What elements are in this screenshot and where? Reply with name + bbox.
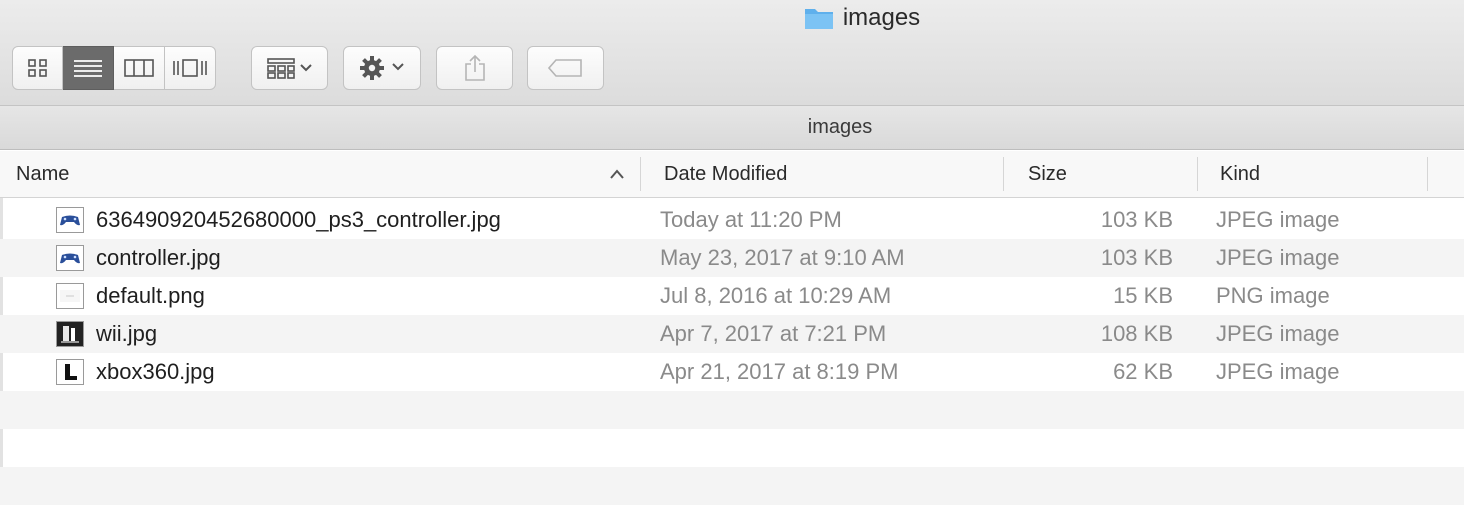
file-name: controller.jpg bbox=[96, 245, 221, 270]
share-button[interactable] bbox=[436, 46, 513, 90]
column-header-date[interactable]: Date Modified bbox=[664, 151, 787, 197]
grid-icon bbox=[27, 59, 47, 77]
list-view-button[interactable] bbox=[63, 46, 114, 90]
file-kind: JPEG image bbox=[1216, 321, 1340, 346]
icon-view-button[interactable] bbox=[12, 46, 63, 90]
file-name: xbox360.jpg bbox=[96, 359, 215, 384]
file-date: May 23, 2017 at 9:10 AM bbox=[660, 245, 905, 270]
column-view-button[interactable] bbox=[114, 46, 165, 90]
window-title: images bbox=[0, 4, 1464, 32]
action-button[interactable] bbox=[343, 46, 421, 90]
gear-icon bbox=[360, 56, 404, 80]
file-name-cell: xbox360.jpg bbox=[56, 353, 215, 391]
column-header-date-label: Date Modified bbox=[664, 162, 788, 185]
file-row[interactable]: xbox360.jpg Apr 21, 2017 at 8:19 PM 62 K… bbox=[0, 353, 1464, 391]
file-date: Apr 7, 2017 at 7:21 PM bbox=[660, 321, 887, 346]
empty-row bbox=[0, 391, 1464, 429]
tag-button[interactable] bbox=[527, 46, 604, 90]
blank-thumbnail-icon bbox=[56, 283, 84, 309]
controller-thumbnail-icon bbox=[56, 245, 84, 271]
file-name-cell: default.png bbox=[56, 277, 205, 315]
columns-icon bbox=[124, 59, 154, 77]
file-name-cell: controller.jpg bbox=[56, 239, 221, 277]
column-divider[interactable] bbox=[1427, 157, 1428, 191]
column-header-row: Name Date Modified Size Kind bbox=[0, 151, 1464, 198]
tag-icon bbox=[547, 59, 582, 77]
file-list: 636490920452680000_ps3_controller.jpg To… bbox=[0, 201, 1464, 505]
column-header-kind-label: Kind bbox=[1220, 162, 1261, 185]
controller-thumbnail-icon bbox=[56, 207, 84, 233]
column-header-name[interactable]: Name bbox=[16, 151, 69, 197]
file-row[interactable]: 636490920452680000_ps3_controller.jpg To… bbox=[0, 201, 1464, 239]
file-date: Jul 8, 2016 at 10:29 AM bbox=[660, 283, 892, 308]
view-switcher bbox=[12, 46, 216, 90]
empty-row bbox=[0, 467, 1464, 505]
file-size: 15 KB bbox=[1113, 283, 1173, 308]
column-header-size-label: Size bbox=[1028, 162, 1067, 185]
window-toolbar: images bbox=[0, 0, 1464, 106]
xbox-thumbnail-icon bbox=[56, 359, 84, 385]
column-divider[interactable] bbox=[1197, 157, 1198, 191]
file-size: 103 KB bbox=[1100, 207, 1173, 232]
folder-icon bbox=[804, 9, 833, 29]
chevron-up-icon[interactable] bbox=[609, 168, 625, 180]
empty-row bbox=[0, 429, 1464, 467]
file-size: 62 KB bbox=[1113, 359, 1173, 384]
column-header-size[interactable]: Size bbox=[1028, 151, 1067, 197]
list-icon bbox=[74, 60, 102, 77]
file-row[interactable]: controller.jpg May 23, 2017 at 9:10 AM 1… bbox=[0, 239, 1464, 277]
gallery-view-button[interactable] bbox=[165, 46, 216, 90]
file-kind: JPEG image bbox=[1216, 207, 1340, 232]
file-kind: JPEG image bbox=[1216, 359, 1340, 384]
file-row[interactable]: wii.jpg Apr 7, 2017 at 7:21 PM 108 KB JP… bbox=[0, 315, 1464, 353]
column-divider[interactable] bbox=[640, 157, 641, 191]
file-name: default.png bbox=[96, 283, 205, 308]
share-icon bbox=[464, 54, 485, 81]
path-bar-label: images bbox=[807, 116, 873, 138]
file-kind: PNG image bbox=[1216, 283, 1330, 308]
arrange-button[interactable] bbox=[251, 46, 328, 90]
file-name-cell: 636490920452680000_ps3_controller.jpg bbox=[56, 201, 501, 239]
path-bar: images bbox=[0, 106, 1464, 150]
wii-thumbnail-icon bbox=[56, 321, 84, 347]
file-date: Today at 11:20 PM bbox=[660, 207, 842, 232]
column-header-name-label: Name bbox=[16, 162, 70, 185]
column-divider[interactable] bbox=[1003, 157, 1004, 191]
coverflow-icon bbox=[173, 59, 207, 77]
file-size: 103 KB bbox=[1100, 245, 1173, 270]
file-kind: JPEG image bbox=[1216, 245, 1340, 270]
window-title-text: images bbox=[842, 4, 921, 31]
column-header-kind[interactable]: Kind bbox=[1220, 151, 1260, 197]
file-date: Apr 21, 2017 at 8:19 PM bbox=[660, 359, 899, 384]
file-name: wii.jpg bbox=[96, 321, 158, 346]
file-row[interactable]: default.png Jul 8, 2016 at 10:29 AM 15 K… bbox=[0, 277, 1464, 315]
file-size: 108 KB bbox=[1100, 321, 1173, 346]
arrange-icon bbox=[266, 58, 312, 79]
file-name: 636490920452680000_ps3_controller.jpg bbox=[96, 207, 501, 232]
file-name-cell: wii.jpg bbox=[56, 315, 157, 353]
